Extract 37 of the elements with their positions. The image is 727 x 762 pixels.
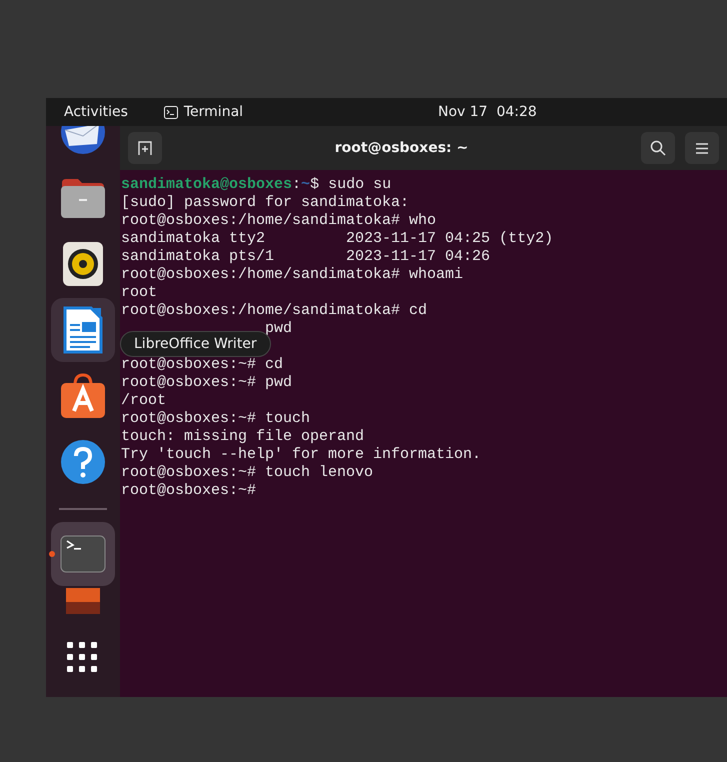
search-button[interactable]: [641, 132, 675, 164]
menu-icon: [696, 142, 708, 154]
terminal-line: [sudo] password for sandimatoka:: [121, 194, 410, 212]
terminal-line: root@osboxes:~# pwd: [121, 374, 292, 392]
terminal-line: root@osboxes:~# touch lenovo: [121, 464, 374, 482]
document-icon: [63, 306, 103, 354]
help-icon: [60, 439, 106, 485]
window-title: root@osboxes: ~: [334, 140, 470, 156]
image-icon: [66, 588, 100, 614]
terminal-line: root@osboxes:/home/sandimatoka# whoami: [121, 266, 464, 284]
terminal-line: root@osboxes:~#: [121, 482, 256, 500]
speaker-icon: [62, 241, 104, 287]
terminal-icon: [164, 106, 178, 118]
terminal-line: Try 'touch --help' for more information.: [121, 446, 482, 464]
terminal-line: sandimatoka tty2 2023-11-17 04:25 (tty2): [121, 230, 554, 248]
terminal-line: sandimatoka@osboxes:~$ sudo su: [121, 176, 392, 194]
terminal-line: root: [121, 284, 158, 302]
terminal-line: root@osboxes:/home/sandimatoka# who: [121, 212, 436, 230]
running-indicator: [49, 551, 55, 557]
terminal-icon: [60, 535, 106, 573]
dock-item[interactable]: [51, 298, 115, 362]
terminal-line: touch: missing file operand: [121, 428, 364, 446]
shopping-bag-icon: [60, 373, 106, 419]
terminal-line: root@osboxes:~# cd: [121, 356, 284, 374]
new-tab-icon: [138, 141, 152, 155]
activities-button[interactable]: Activities: [64, 104, 128, 120]
search-icon: [650, 140, 666, 156]
clock[interactable]: Nov 17 04:28: [438, 104, 537, 120]
menu-button[interactable]: [685, 132, 719, 164]
app-menu[interactable]: Terminal: [164, 104, 244, 120]
new-tab-button[interactable]: [128, 132, 162, 164]
terminal-line: root@osboxes:~# touch: [121, 410, 310, 428]
terminal-line: root@osboxes:/home/sandimatoka# cd: [121, 302, 428, 320]
app-grid-icon: [67, 642, 99, 674]
terminal-line: /root: [121, 392, 166, 410]
folder-icon: [60, 177, 106, 219]
terminal-line: sandimatoka pts/1 2023-11-17 04:26: [121, 248, 490, 266]
